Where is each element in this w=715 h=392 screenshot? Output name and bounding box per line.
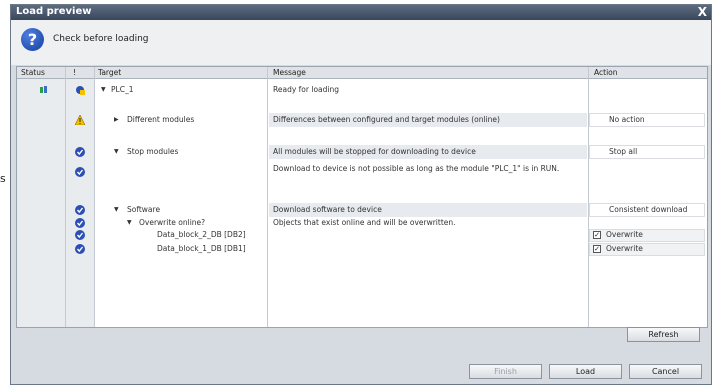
chevron-down-icon[interactable]: ▼ [127,218,132,228]
target-label: Data_block_1_DB [DB1] [157,244,246,253]
table-row[interactable]: ▶ Different modules Differences between … [17,113,707,127]
target-label: Software [127,205,161,214]
chevron-right-icon[interactable]: ▶ [114,115,119,125]
chevron-down-icon[interactable]: ▼ [114,147,119,157]
target-label: PLC_1 [111,85,134,94]
target-label: Stop modules [127,147,179,156]
message-text: Ready for loading [273,85,339,94]
table-row[interactable]: Data_block_1_DB [DB1] ✓ Overwrite [17,243,707,256]
col-status[interactable]: Status [21,67,45,78]
table-row[interactable]: Download to device is not possible as lo… [17,163,707,185]
finish-button[interactable]: Finish [469,364,542,379]
action-value[interactable]: No action [609,115,645,125]
cancel-button[interactable]: Cancel [629,364,702,379]
refresh-button[interactable]: Refresh [627,327,700,342]
action-value[interactable]: Consistent download [609,205,687,215]
check-icon [75,205,85,215]
dialog-header: ? Check before loading [11,20,711,65]
col-target[interactable]: Target [98,67,121,78]
device-warning-icon [76,86,85,95]
action-cell[interactable] [589,113,705,127]
action-value[interactable]: Stop all [609,147,637,157]
table-row[interactable]: Data_block_2_DB [DB2] ✓ Overwrite [17,229,707,242]
check-icon [75,230,85,240]
check-icon [75,147,85,157]
target-label: Overwrite online? [139,218,206,227]
overwrite-checkbox[interactable]: ✓ [593,231,601,239]
check-icon [75,218,85,228]
column-divider [588,67,589,327]
table-header: Status ! Target Message Action [17,67,707,79]
message-text: Download to device is not possible as lo… [273,164,560,173]
status-column-bg [17,67,95,327]
table-row[interactable]: ▼ PLC_1 Ready for loading [17,84,707,96]
network-icon [40,86,47,93]
column-divider [65,67,66,327]
close-icon[interactable]: X [698,5,707,19]
col-action[interactable]: Action [594,67,618,78]
table-row[interactable]: ▼ Software Download software to device C… [17,203,707,217]
load-button[interactable]: Load [549,364,622,379]
action-value[interactable]: Overwrite [606,244,643,254]
action-value[interactable]: Overwrite [606,230,643,240]
chevron-down-icon[interactable]: ▼ [101,85,106,95]
column-divider [94,67,95,327]
col-message[interactable]: Message [273,67,306,78]
table-row[interactable]: ▼ Stop modules All modules will be stopp… [17,145,707,159]
header-text: Check before loading [53,34,149,44]
load-preview-dialog: Load preview X ? Check before loading St… [10,4,712,385]
message-text: Objects that exist online and will be ov… [273,218,456,227]
target-label: Data_block_2_DB [DB2] [157,230,246,239]
action-cell[interactable] [589,145,705,159]
check-icon [75,167,85,177]
warning-icon [75,115,85,125]
edge-fragment: s [0,172,6,185]
dialog-title: Load preview [16,6,92,17]
title-bar: Load preview X [11,5,711,20]
question-icon: ? [21,28,44,51]
chevron-down-icon[interactable]: ▼ [114,205,119,215]
target-label: Different modules [127,115,195,124]
col-alert[interactable]: ! [73,67,76,78]
message-text: Download software to device [273,205,382,214]
check-icon [75,244,85,254]
message-text: Differences between configured and targe… [273,115,500,124]
overwrite-checkbox[interactable]: ✓ [593,245,601,253]
message-text: All modules will be stopped for download… [273,147,476,156]
column-divider [267,67,268,327]
table-row[interactable]: ▼ Overwrite online? Objects that exist o… [17,217,707,229]
load-preview-table: Status ! Target Message Action ▼ PLC_1 R… [16,66,708,328]
